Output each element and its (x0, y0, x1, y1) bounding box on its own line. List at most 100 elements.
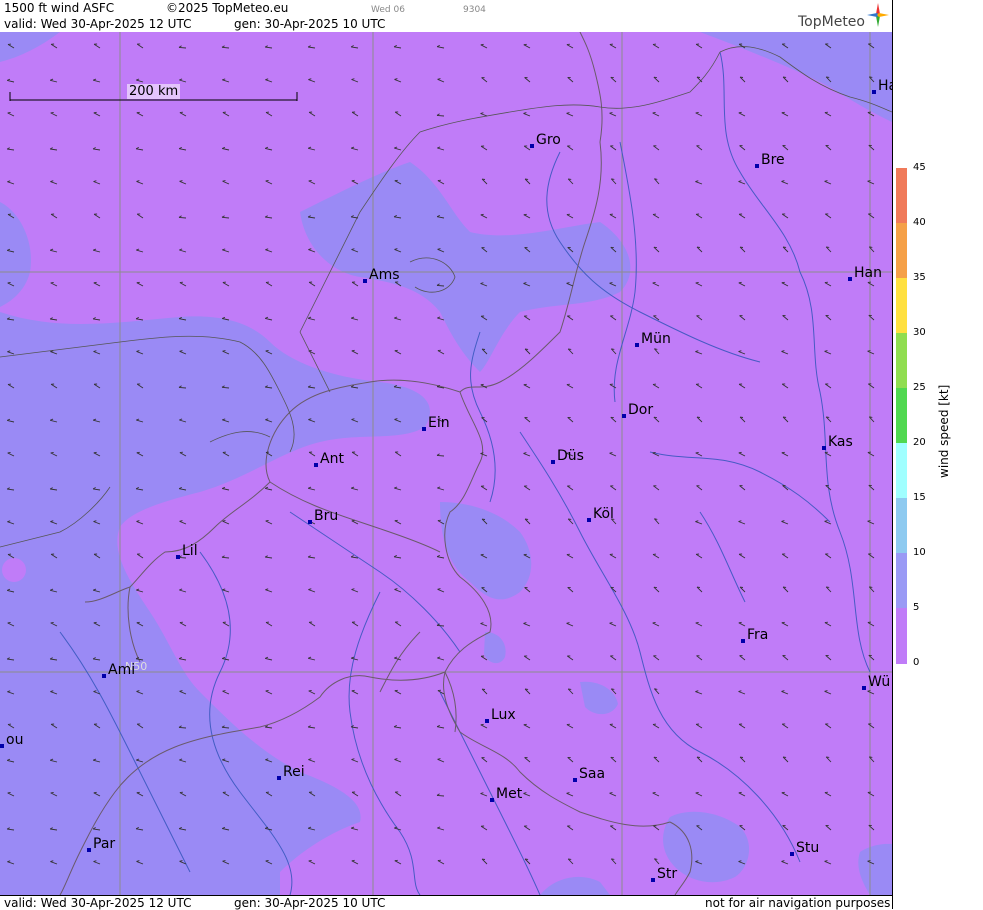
city-name: Wü (868, 674, 890, 690)
colorbar-tick-label: 5 (913, 603, 919, 613)
city-name: Lux (491, 707, 516, 723)
city-name: Rei (283, 764, 305, 780)
city-label: Lux (491, 707, 516, 723)
wind-map[interactable]: 200 km N50 GroBreHaAmsHanMünEinDorAntDüs… (0, 32, 892, 895)
map-title: 1500 ft wind ASFC (4, 1, 114, 15)
city-name: Fra (747, 627, 768, 643)
scale-label: 200 km (127, 84, 180, 99)
city-label: Ant (320, 451, 344, 467)
city-label: Dor (628, 402, 653, 418)
colorbar-tick-label: 30 (913, 328, 926, 338)
disclaimer-text: not for air navigation purposes (705, 896, 890, 910)
city-name: Gro (536, 132, 561, 148)
city-label: Kas (828, 434, 853, 450)
compass-logo-icon (866, 2, 890, 28)
city-marker-icon (102, 674, 106, 678)
city-label: Par (93, 836, 115, 852)
city-label: Fra (747, 627, 768, 643)
city-name: Bre (761, 152, 785, 168)
city-label: Mün (641, 331, 671, 347)
city-label: Ami (108, 662, 135, 678)
city-label: Düs (557, 448, 584, 464)
colorbar-segment (896, 388, 907, 444)
city-marker-icon (822, 446, 826, 450)
colorbar-tick-label: 40 (913, 218, 926, 228)
city-label: Lil (182, 543, 198, 559)
city-label: Ams (369, 267, 400, 283)
city-name: Ein (428, 415, 450, 431)
city-name: Stu (796, 840, 819, 856)
city-name: Lil (182, 543, 198, 559)
city-label: Wü (868, 674, 890, 690)
city-name: Bru (314, 508, 338, 524)
colorbar-segment (896, 223, 907, 279)
colorbar-title: wind speed [kt] (937, 385, 951, 478)
city-marker-icon (862, 686, 866, 690)
colorbar-tick-label: 0 (913, 658, 919, 668)
city-marker-icon (872, 90, 876, 94)
city-marker-icon (848, 277, 852, 281)
city-label: Saa (579, 766, 605, 782)
colorbar-segment (896, 553, 907, 609)
city-marker-icon (755, 164, 759, 168)
colorbar-tick-label: 25 (913, 383, 926, 393)
colorbar-tick-label: 45 (913, 163, 926, 173)
colorbar-tick-label: 35 (913, 273, 926, 283)
city-marker-icon (651, 878, 655, 882)
footer-generated-time: gen: 30-Apr-2025 10 UTC (234, 896, 385, 910)
map-header: 1500 ft wind ASFC ©2025 TopMeteo.eu Wed … (0, 0, 892, 33)
city-marker-icon (0, 744, 4, 748)
colorbar-segment (896, 498, 907, 554)
topmeteo-logo: TopMeteo (798, 14, 865, 30)
wind-speed-colorbar (896, 168, 907, 663)
city-marker-icon (314, 463, 318, 467)
city-marker-icon (530, 144, 534, 148)
colorbar-tick-label: 20 (913, 438, 926, 448)
city-marker-icon (551, 460, 555, 464)
city-marker-icon (87, 848, 91, 852)
city-marker-icon (587, 518, 591, 522)
city-name: Han (854, 265, 882, 281)
city-name: Met (496, 786, 522, 802)
city-label: Han (854, 265, 882, 281)
colorbar-tick-label: 10 (913, 548, 926, 558)
city-label: Ein (428, 415, 450, 431)
city-label: Ha (878, 78, 892, 94)
colorbar-segment (896, 168, 907, 224)
city-marker-icon (790, 852, 794, 856)
city-marker-icon (573, 778, 577, 782)
city-marker-icon (422, 427, 426, 431)
legend-panel: 45 40 35 30 25 20 15 10 5 0 wind speed [kt] (892, 0, 983, 909)
colorbar-tick-label: 15 (913, 493, 926, 503)
city-name: Ha (878, 78, 892, 94)
city-label: ou (6, 732, 23, 748)
city-name: Kas (828, 434, 853, 450)
city-marker-icon (176, 555, 180, 559)
colorbar-segment (896, 443, 907, 499)
city-marker-icon (741, 639, 745, 643)
city-label: Met (496, 786, 522, 802)
map-footer: valid: Wed 30-Apr-2025 12 UTC gen: 30-Ap… (0, 895, 892, 910)
city-name: Mün (641, 331, 671, 347)
city-marker-icon (485, 719, 489, 723)
city-name: Par (93, 836, 115, 852)
copyright-text: ©2025 TopMeteo.eu (166, 1, 288, 15)
city-label: Bru (314, 508, 338, 524)
city-label: Str (657, 866, 677, 882)
city-label: Stu (796, 840, 819, 856)
generated-time: gen: 30-Apr-2025 10 UTC (234, 17, 385, 31)
run-day-label: Wed 06 (371, 3, 405, 17)
city-marker-icon (622, 414, 626, 418)
valid-time: valid: Wed 30-Apr-2025 12 UTC (4, 17, 191, 31)
city-name: Düs (557, 448, 584, 464)
city-name: Köl (593, 506, 614, 522)
city-label: Bre (761, 152, 785, 168)
city-name: Dor (628, 402, 653, 418)
colorbar-segment (896, 278, 907, 334)
scale-bar: 200 km (9, 86, 297, 100)
city-name: Saa (579, 766, 605, 782)
city-name: Ami (108, 662, 135, 678)
city-marker-icon (363, 279, 367, 283)
footer-valid-time: valid: Wed 30-Apr-2025 12 UTC (4, 896, 191, 910)
city-name: Str (657, 866, 677, 882)
